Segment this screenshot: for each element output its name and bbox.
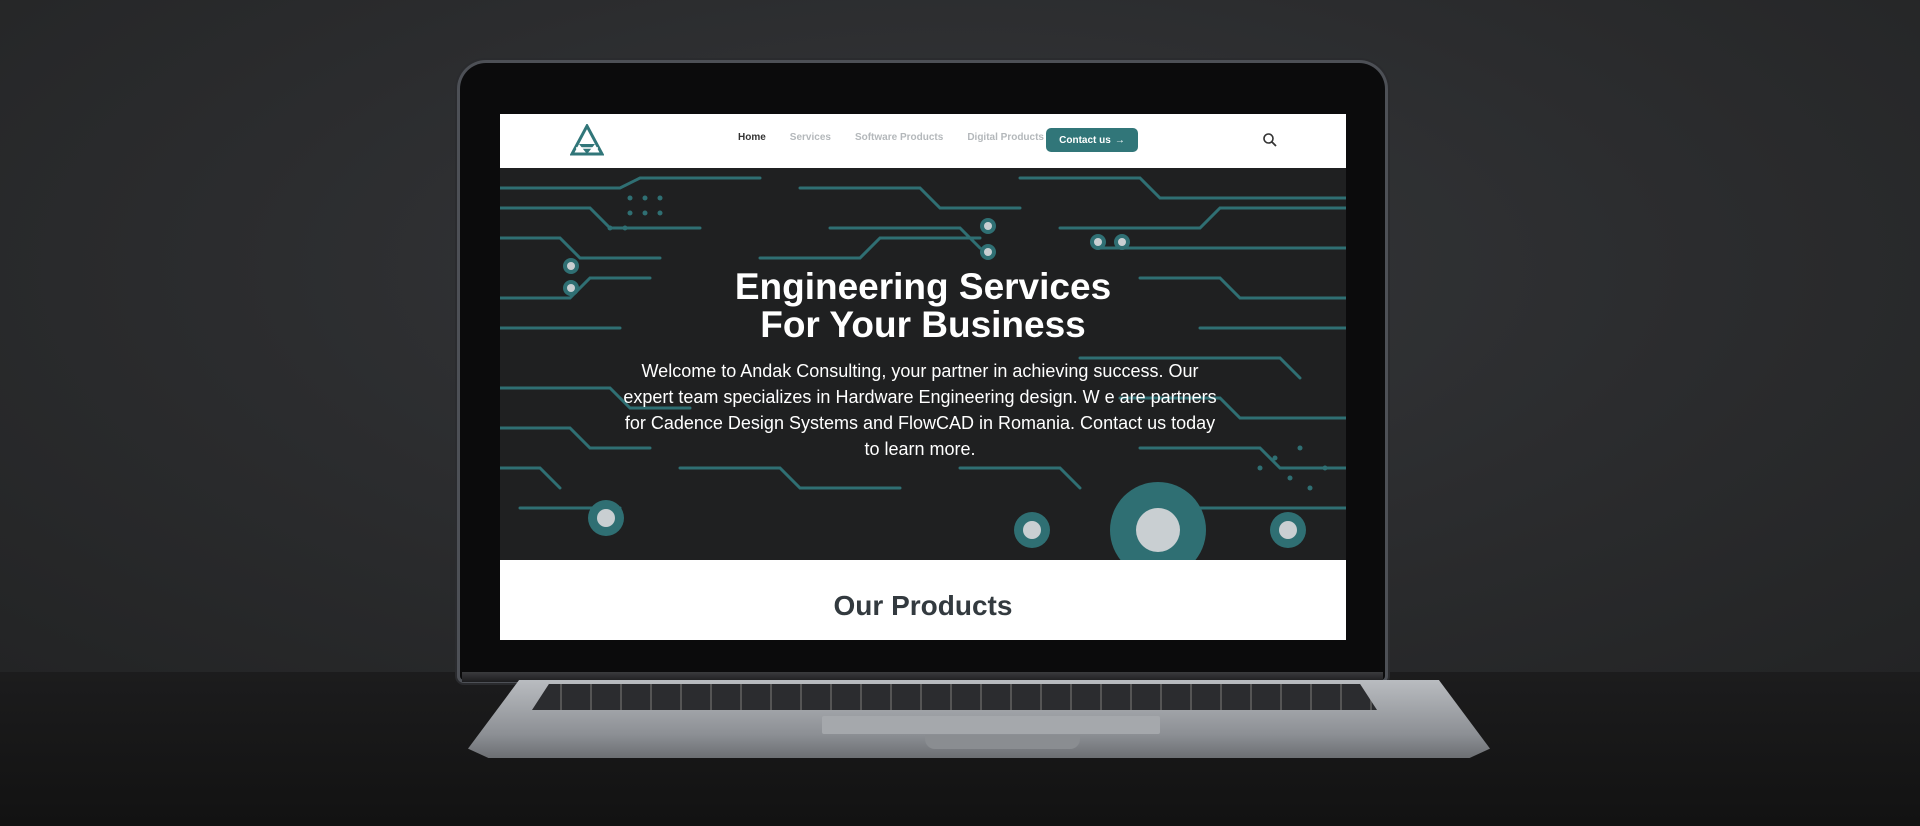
search-icon[interactable]: [1262, 132, 1278, 148]
contact-us-button[interactable]: Contact us →: [1046, 128, 1138, 152]
laptop-screen: Home Services Software Products Digital …: [500, 114, 1346, 640]
laptop-keyboard: [532, 684, 1377, 710]
hero-description: Welcome to Andak Consulting, your partne…: [623, 361, 1217, 459]
hero-section: Engineering Services For Your Business W…: [500, 168, 1346, 560]
contact-us-label: Contact us: [1059, 134, 1111, 146]
products-title: Our Products: [833, 590, 1013, 621]
laptop-notch: [925, 735, 1080, 749]
laptop-trackpad: [822, 716, 1160, 734]
products-section: Our Products: [500, 560, 1346, 640]
nav-links: Home Services Software Products Digital …: [738, 132, 1044, 143]
nav-home-link[interactable]: Home: [738, 132, 766, 143]
andak-logo-icon[interactable]: [570, 124, 604, 156]
site-navbar: Home Services Software Products Digital …: [500, 114, 1346, 168]
nav-digital-products-link[interactable]: Digital Products: [967, 132, 1044, 143]
nav-software-products-link[interactable]: Software Products: [855, 132, 943, 143]
arrow-right-icon: →: [1114, 134, 1125, 146]
nav-services-link[interactable]: Services: [790, 132, 831, 143]
hero-title: Engineering Services For Your Business: [734, 266, 1112, 345]
